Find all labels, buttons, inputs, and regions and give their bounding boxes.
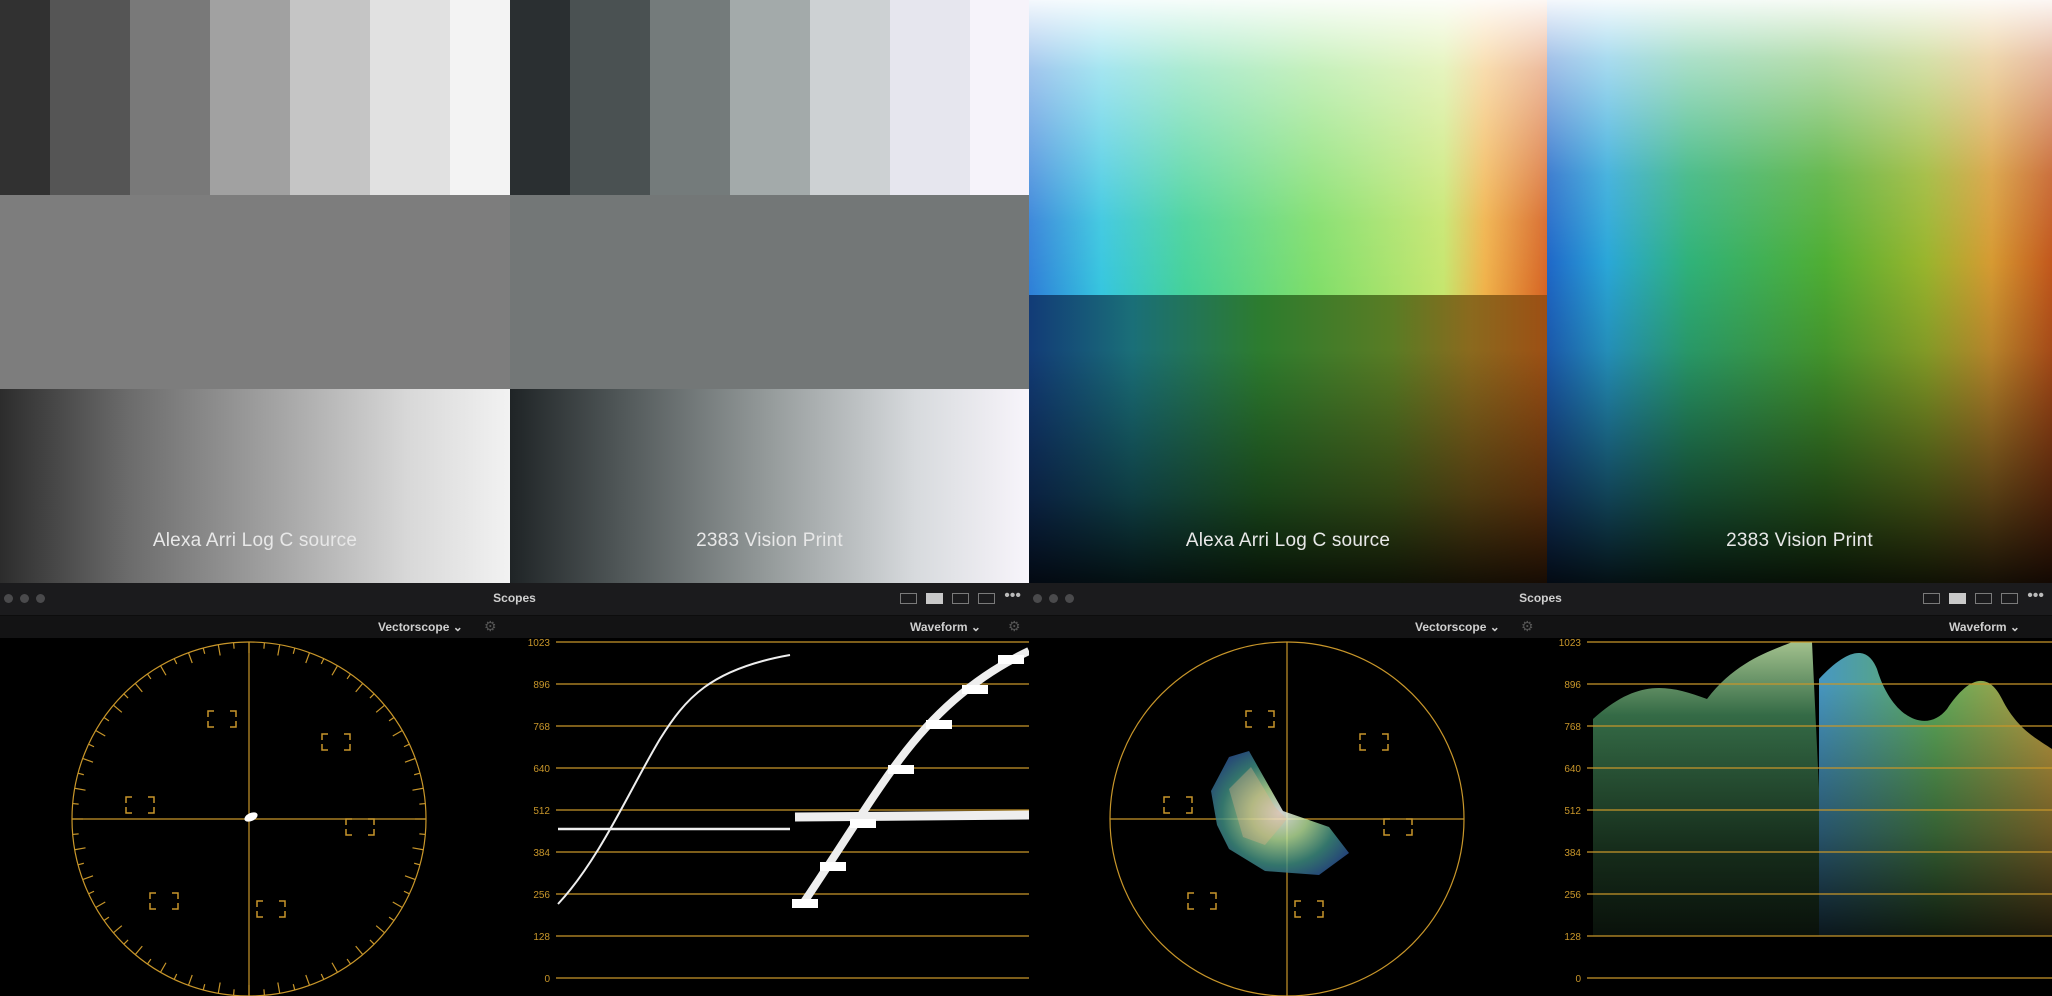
dual-view-button[interactable] [1949, 593, 1966, 604]
more-options-icon[interactable]: ••• [1004, 587, 1021, 605]
quad-view-button[interactable] [952, 593, 969, 604]
svg-text:256: 256 [1564, 890, 1581, 901]
more-options-icon[interactable]: ••• [2027, 587, 2044, 605]
grid-view-button[interactable] [978, 593, 995, 604]
single-view-button[interactable] [1923, 593, 1940, 604]
settings-icon[interactable]: ⚙ [1008, 618, 1021, 635]
waveform-select[interactable]: Waveform ⌄ [910, 620, 981, 634]
vectorscope-select[interactable]: Vectorscope ⌄ [1415, 620, 1500, 634]
settings-icon[interactable]: ⚙ [1521, 618, 1534, 635]
vectorscope-left [71, 641, 427, 996]
svg-text:512: 512 [1564, 806, 1581, 817]
scopes-titlebar: Scopes ••• [0, 583, 1029, 616]
vision-print-grayscale-chart: 2383 Vision Print [510, 0, 1029, 583]
svg-text:1023: 1023 [528, 639, 551, 649]
alexa-color-chart: Alexa Arri Log C source [1029, 0, 1547, 583]
layout-buttons [900, 593, 995, 604]
waveform-ticks: 1023 896 768 640 512 384 256 128 0 [1559, 639, 1582, 985]
scopes-panel-right: Scopes ••• Vectorscope ⌄ ⚙ Waveform ⌄ 10… [1029, 583, 2052, 996]
svg-text:384: 384 [533, 848, 550, 859]
quad-view-button[interactable] [1975, 593, 1992, 604]
svg-text:384: 384 [1564, 848, 1581, 859]
svg-text:1023: 1023 [1559, 639, 1582, 649]
svg-text:640: 640 [533, 764, 550, 775]
scope-selector-row: Vectorscope ⌄ ⚙ Waveform ⌄ ⚙ [0, 616, 1029, 638]
svg-text:128: 128 [533, 932, 550, 943]
dual-view-button[interactable] [926, 593, 943, 604]
svg-text:896: 896 [1564, 680, 1581, 691]
svg-text:896: 896 [533, 680, 550, 691]
alexa-grayscale-chart: Alexa Arri Log C source [0, 0, 510, 583]
scope-selector-row: Vectorscope ⌄ ⚙ Waveform ⌄ [1029, 616, 2052, 638]
layout-buttons [1923, 593, 2018, 604]
svg-text:256: 256 [533, 890, 550, 901]
scopes-panel-left: Scopes ••• Vectorscope ⌄ ⚙ Waveform ⌄ ⚙ [0, 583, 1029, 996]
alexa-grayscale-caption: Alexa Arri Log C source [152, 530, 358, 551]
waveform-left: 1023 896 768 640 512 384 256 128 0 [528, 639, 1029, 985]
vectorscope-right [1109, 641, 1465, 996]
vision-print-color-caption: 2383 Vision Print [1726, 530, 1873, 551]
grid-view-button[interactable] [2001, 593, 2018, 604]
vision-print-grayscale-caption: 2383 Vision Print [696, 530, 843, 551]
scopes-titlebar: Scopes ••• [1029, 583, 2052, 616]
waveform-select[interactable]: Waveform ⌄ [1949, 620, 2020, 634]
svg-text:128: 128 [1564, 932, 1581, 943]
single-view-button[interactable] [900, 593, 917, 604]
waveform-right: 1023 896 768 640 512 384 256 128 0 [1559, 639, 2052, 985]
waveform-ticks: 1023 896 768 640 512 384 256 128 0 [528, 639, 551, 985]
vision-print-color-chart: 2383 Vision Print [1547, 0, 2052, 583]
alexa-color-caption: Alexa Arri Log C source [1185, 530, 1391, 551]
vectorscope-select[interactable]: Vectorscope ⌄ [378, 620, 463, 634]
svg-text:0: 0 [1575, 974, 1581, 985]
settings-icon[interactable]: ⚙ [484, 618, 497, 635]
scopes-title: Scopes [493, 591, 536, 605]
svg-text:768: 768 [533, 722, 550, 733]
svg-text:768: 768 [1564, 722, 1581, 733]
svg-text:640: 640 [1564, 764, 1581, 775]
svg-text:512: 512 [533, 806, 550, 817]
scopes-title: Scopes [1519, 591, 1562, 605]
svg-text:0: 0 [544, 974, 550, 985]
